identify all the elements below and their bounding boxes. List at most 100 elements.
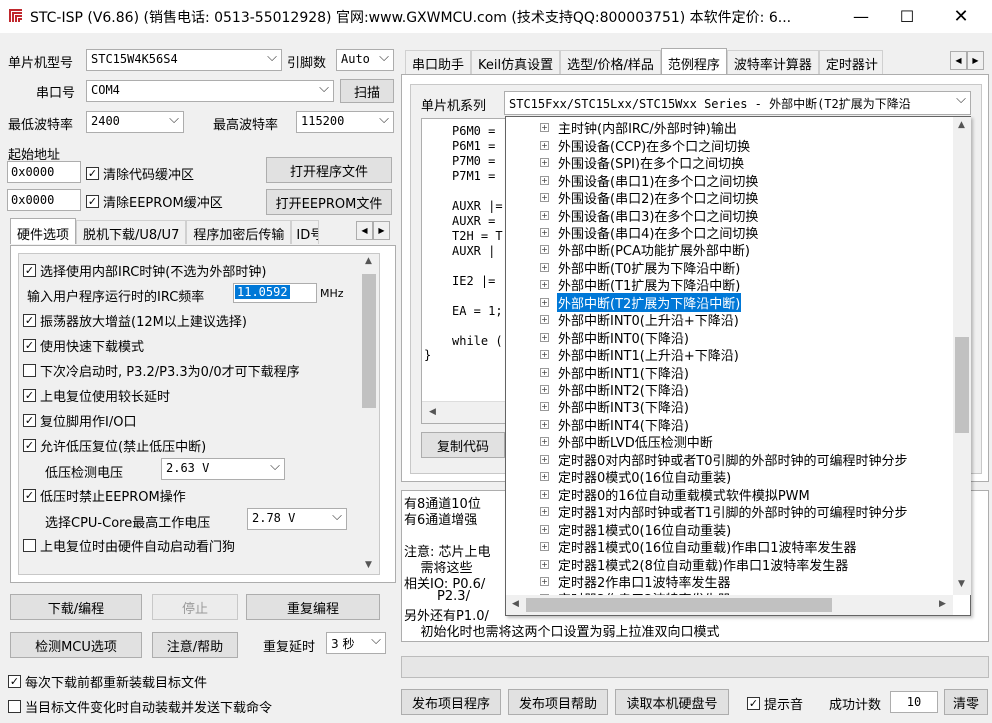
right-tab-scroll-right-icon[interactable]: ▶: [967, 51, 984, 70]
option-row-7[interactable]: ✓ 低压时禁止EEPROM操作: [23, 486, 186, 505]
code-scroll-left-icon[interactable]: ◀: [424, 407, 441, 417]
minimize-button[interactable]: —: [838, 0, 884, 33]
expand-plus-icon[interactable]: +: [540, 472, 549, 482]
dropdown-vscrollbar[interactable]: ▲ ▼: [953, 117, 971, 595]
expand-plus-icon[interactable]: +: [540, 210, 549, 220]
start-address-input-1[interactable]: 0x0000: [7, 161, 81, 183]
start-address-input-2[interactable]: 0x0000: [7, 189, 81, 211]
low-voltage-detect-select[interactable]: 2.63 V: [161, 458, 285, 480]
tab-hardware-options[interactable]: 硬件选项: [10, 218, 77, 244]
expand-plus-icon[interactable]: +: [540, 158, 549, 168]
option-row-3[interactable]: 下次冷启动时, P3.2/P3.3为0/0才可下载程序: [23, 361, 300, 380]
mcu-type-select[interactable]: STC15W4K56S4: [86, 49, 282, 71]
dropdown-scroll-left-icon[interactable]: ◀: [507, 599, 524, 609]
dropdown-item[interactable]: + 外围设备(串口4)在多个口之间切换: [506, 224, 759, 242]
tab-timer-calculator[interactable]: 定时器计: [818, 50, 883, 74]
dropdown-item[interactable]: + 外部中断(T1扩展为下降沿中断): [506, 276, 741, 294]
clear-eeprom-check-box[interactable]: ✓: [86, 195, 99, 208]
expand-plus-icon[interactable]: +: [540, 385, 549, 394]
tab-example-programs[interactable]: 范例程序: [660, 48, 727, 74]
dropdown-item[interactable]: + 定时器0的16位自动重载模式软件模拟PWM: [506, 485, 811, 504]
expand-plus-icon[interactable]: +: [540, 175, 549, 185]
dropdown-item[interactable]: + 定时器1对内部时钟或者T1引脚的外部时钟的可编程时钟分步: [506, 503, 908, 521]
tab-serial-assistant[interactable]: 串口助手: [405, 50, 472, 74]
notes-help-button[interactable]: 注意/帮助: [152, 632, 238, 658]
mcu-series-select[interactable]: STC15Fxx/STC15Lxx/STC15Wxx Series - 外部中断…: [504, 91, 971, 115]
expand-plus-icon[interactable]: +: [540, 140, 549, 150]
dropdown-item[interactable]: + 外围设备(SPI)在多个口之间切换: [506, 154, 745, 172]
expand-plus-icon[interactable]: +: [540, 315, 549, 325]
options-scrollbar[interactable]: ▲ ▼: [359, 254, 379, 574]
expand-plus-icon[interactable]: +: [540, 227, 549, 237]
option-row-8[interactable]: 上电复位时由硬件自动启动看门狗: [23, 536, 235, 555]
maximize-button[interactable]: ☐: [884, 0, 930, 33]
clear-code-check-box[interactable]: ✓: [86, 167, 99, 180]
max-baud-select[interactable]: 115200: [296, 111, 394, 133]
tab-encrypted-transfer[interactable]: 程序加密后传输: [186, 220, 292, 244]
tab-baud-calculator[interactable]: 波特率计算器: [726, 50, 819, 74]
dropdown-item[interactable]: + 外围设备(串口2)在多个口之间切换: [506, 189, 759, 207]
auto-load-checkbox[interactable]: 当目标文件变化时自动装载并发送下载命令: [8, 697, 272, 716]
dropdown-item[interactable]: + 定时器2作串口1波特率发生器: [506, 573, 732, 591]
dropdown-hscrollbar[interactable]: ◀ ▶: [506, 595, 953, 615]
option-5-check-box[interactable]: ✓: [23, 414, 36, 427]
repeat-program-button[interactable]: 重复编程: [246, 594, 380, 620]
option-row-6[interactable]: ✓ 允许低压复位(禁止低压中断): [23, 436, 206, 455]
scan-button[interactable]: 扫描: [340, 79, 394, 103]
pin-count-select[interactable]: Auto: [336, 49, 394, 71]
tab-scroll-right-icon[interactable]: ▶: [373, 221, 390, 240]
tab-scroll-left-icon[interactable]: ◀: [356, 221, 373, 240]
dropdown-item[interactable]: + 外部中断INT1(下降沿): [506, 363, 690, 382]
dropdown-item[interactable]: + 外部中断INT3(下降沿): [506, 398, 690, 416]
copy-code-button[interactable]: 复制代码: [421, 432, 505, 458]
auto-load-check-box[interactable]: [8, 700, 21, 713]
expand-plus-icon[interactable]: +: [540, 123, 549, 133]
clear-count-button[interactable]: 清零: [944, 689, 988, 715]
example-dropdown-list[interactable]: + 主时钟(内部IRC/外部时钟)输出 + 外围设备(CCP)在多个口之间切换 + 外围设…: [505, 116, 971, 616]
port-select[interactable]: COM4: [86, 80, 334, 102]
option-row-0[interactable]: ✓ 选择使用内部IRC时钟(不选为外部时钟): [23, 261, 266, 280]
reload-check-box[interactable]: ✓: [8, 675, 21, 688]
option-3-check-box[interactable]: [23, 364, 36, 377]
irc-frequency-input[interactable]: 11.0592: [233, 283, 317, 303]
dropdown-item[interactable]: + 外部中断INT0(下降沿): [506, 328, 690, 347]
dropdown-item[interactable]: + 外部中断INT1(上升沿+下降沿): [506, 346, 740, 364]
expand-plus-icon[interactable]: +: [540, 576, 549, 586]
expand-plus-icon[interactable]: +: [540, 437, 549, 447]
expand-plus-icon[interactable]: +: [540, 280, 549, 290]
expand-plus-icon[interactable]: +: [540, 507, 549, 517]
check-mcu-options-button[interactable]: 检测MCU选项: [10, 632, 142, 658]
publish-help-button[interactable]: 发布项目帮助: [508, 689, 608, 715]
clear-code-checkbox[interactable]: ✓ 清除代码缓冲区: [86, 164, 194, 183]
expand-plus-icon[interactable]: +: [540, 245, 549, 255]
dropdown-item[interactable]: + 外围设备(CCP)在多个口之间切换: [506, 136, 751, 155]
dropdown-item[interactable]: + 定时器1模式2(8位自动重载)作串口1波特率发生器: [506, 555, 849, 574]
reload-before-download-checkbox[interactable]: ✓ 每次下载前都重新装载目标文件: [8, 672, 207, 691]
beep-checkbox[interactable]: ✓ 提示音: [747, 694, 803, 713]
min-baud-select[interactable]: 2400: [86, 111, 184, 133]
option-row-4[interactable]: ✓ 上电复位使用较长延时: [23, 386, 170, 405]
download-program-button[interactable]: 下载/编程: [10, 594, 142, 620]
expand-plus-icon[interactable]: +: [540, 262, 549, 272]
expand-plus-icon[interactable]: +: [540, 542, 549, 552]
read-disk-id-button[interactable]: 读取本机硬盘号: [615, 689, 729, 715]
dropdown-hscroll-thumb[interactable]: [526, 598, 832, 612]
dropdown-item[interactable]: + 定时器0模式0(16位自动重装): [506, 468, 732, 486]
dropdown-item[interactable]: + 外部中断LVD低压检测中断: [506, 433, 714, 451]
tab-offline-download[interactable]: 脱机下载/U8/U7: [76, 220, 187, 244]
open-program-file-button[interactable]: 打开程序文件: [266, 157, 392, 183]
dropdown-item[interactable]: + 外部中断(PCA功能扩展外部中断): [506, 241, 751, 259]
dropdown-item[interactable]: + 外部中断INT0(上升沿+下降沿): [506, 311, 740, 329]
options-scroll-thumb[interactable]: [362, 274, 376, 408]
expand-plus-icon[interactable]: +: [540, 524, 549, 534]
cpu-core-voltage-select[interactable]: 2.78 V: [247, 508, 347, 530]
beep-check-box[interactable]: ✓: [747, 697, 760, 710]
dropdown-scroll-down-icon[interactable]: ▼: [953, 579, 970, 589]
expand-plus-icon[interactable]: +: [540, 350, 549, 360]
dropdown-item[interactable]: + 外部中断(T2扩展为下降沿中断): [506, 291, 743, 313]
expand-plus-icon[interactable]: +: [540, 193, 549, 203]
scroll-down-icon[interactable]: ▼: [360, 560, 377, 570]
expand-plus-icon[interactable]: +: [540, 489, 549, 499]
repeat-delay-select[interactable]: 3 秒: [326, 632, 386, 654]
dropdown-item[interactable]: + 外部中断INT2(下降沿): [506, 381, 690, 399]
